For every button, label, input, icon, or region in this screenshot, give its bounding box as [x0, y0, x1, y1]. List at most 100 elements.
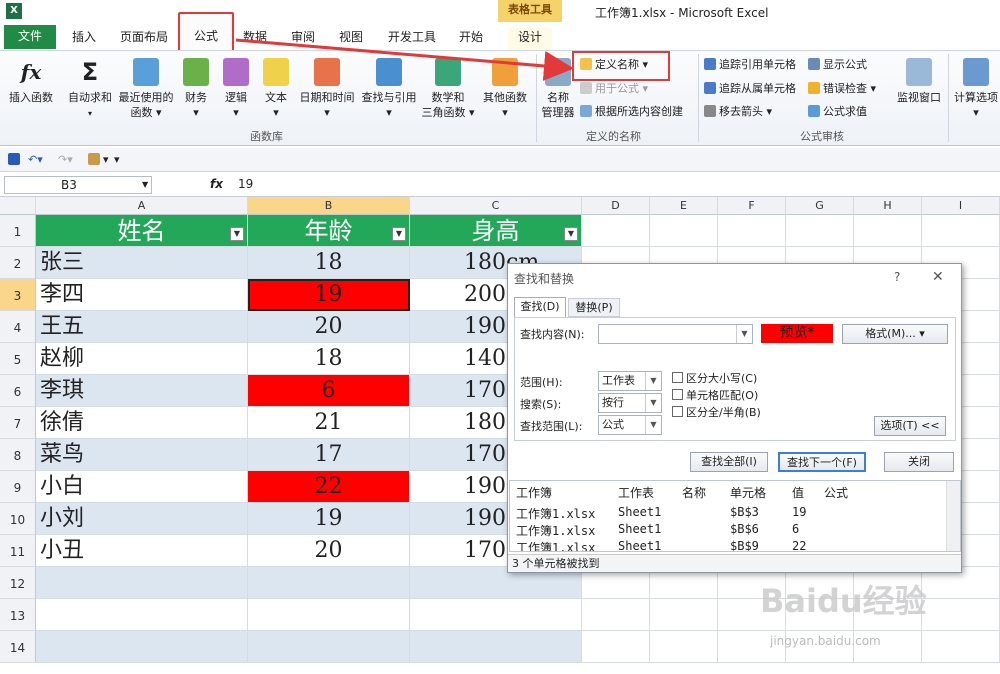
age-cell[interactable]: 19: [248, 503, 410, 535]
row-header[interactable]: 4: [0, 311, 36, 343]
column-header-b[interactable]: B: [248, 197, 410, 215]
format-button[interactable]: 格式(M)... ▾: [842, 324, 948, 344]
cell[interactable]: [650, 599, 718, 631]
results-scrollbar[interactable]: [946, 481, 960, 551]
cell[interactable]: [36, 567, 248, 599]
cell[interactable]: [582, 599, 650, 631]
filter-dropdown-icon[interactable]: ▼: [392, 227, 406, 241]
tab-replace[interactable]: 替换(P): [568, 298, 620, 317]
cell[interactable]: [248, 567, 410, 599]
evaluate-formula-button[interactable]: 公式求值: [808, 104, 867, 120]
tab-find[interactable]: 查找(D): [514, 297, 566, 317]
insert-function-fx-icon[interactable]: fx: [210, 177, 223, 191]
row-header[interactable]: 6: [0, 375, 36, 407]
name-cell[interactable]: 李琪: [36, 375, 248, 407]
results-column-header[interactable]: 单元格: [730, 484, 766, 501]
match-entire-cell-checkbox[interactable]: [672, 389, 683, 400]
age-cell[interactable]: 20: [248, 311, 410, 343]
financial-button[interactable]: 财务 ▾: [180, 58, 212, 120]
formula-input[interactable]: 19: [238, 177, 253, 191]
close-icon[interactable]: ✕: [932, 269, 944, 285]
column-header-c[interactable]: C: [410, 197, 582, 215]
text-button[interactable]: 文本 ▾: [260, 58, 292, 120]
tab-insert[interactable]: 插入: [66, 28, 102, 50]
row-header[interactable]: 13: [0, 599, 36, 631]
chevron-down-icon[interactable]: ▼: [736, 325, 752, 343]
result-row[interactable]: 22: [792, 539, 806, 551]
result-row[interactable]: 工作簿1.xlsx: [516, 505, 595, 522]
result-row[interactable]: Sheet1: [618, 539, 661, 551]
results-column-header[interactable]: 工作表: [618, 484, 654, 501]
column-header-h[interactable]: H: [854, 197, 922, 215]
filter-dropdown-icon[interactable]: ▼: [230, 227, 244, 241]
remove-arrows-button[interactable]: 移去箭头 ▾: [704, 104, 772, 120]
tab-review[interactable]: 审阅: [288, 28, 318, 50]
filter-dropdown-icon[interactable]: ▼: [564, 227, 578, 241]
row-header[interactable]: 10: [0, 503, 36, 535]
create-from-selection-button[interactable]: 根据所选内容创建: [580, 104, 683, 120]
insert-function-button[interactable]: fx 插入函数: [6, 58, 56, 105]
tab-design[interactable]: 设计: [508, 28, 552, 50]
row-header[interactable]: 2: [0, 247, 36, 279]
close-button[interactable]: 关闭: [884, 452, 954, 472]
age-cell[interactable]: 18: [248, 247, 410, 279]
row-header[interactable]: 9: [0, 471, 36, 503]
define-name-button[interactable]: 定义名称 ▾: [580, 57, 648, 73]
match-case-checkbox[interactable]: [672, 372, 683, 383]
results-column-header[interactable]: 工作簿: [516, 484, 552, 501]
recent-functions-button[interactable]: 最近使用的 函数 ▾: [116, 58, 176, 120]
cell[interactable]: [36, 631, 248, 663]
age-cell[interactable]: 22: [248, 471, 410, 503]
result-row[interactable]: 工作簿1.xlsx: [516, 539, 595, 551]
help-icon[interactable]: ?: [894, 270, 900, 284]
tab-developer[interactable]: 开发工具: [384, 28, 440, 50]
name-cell[interactable]: 王五: [36, 311, 248, 343]
cell[interactable]: [854, 215, 922, 247]
use-in-formula-button[interactable]: 用于公式 ▾: [580, 81, 648, 97]
name-manager-button[interactable]: 名称 管理器: [540, 58, 576, 120]
scope-select[interactable]: 工作表 ▼: [598, 371, 662, 391]
name-cell[interactable]: 小丑: [36, 535, 248, 567]
look-in-select[interactable]: 公式 ▼: [598, 415, 662, 435]
tab-view[interactable]: 视图: [336, 28, 366, 50]
result-row[interactable]: $B$6: [730, 522, 759, 536]
name-cell[interactable]: 小白: [36, 471, 248, 503]
cell[interactable]: [650, 215, 718, 247]
redo-icon[interactable]: ↷▾: [58, 152, 73, 168]
row-header[interactable]: 7: [0, 407, 36, 439]
column-header-e[interactable]: E: [650, 197, 718, 215]
search-order-select[interactable]: 按行 ▼: [598, 393, 662, 413]
customize-qat-icon[interactable]: ▾: [114, 152, 120, 168]
cell[interactable]: [582, 631, 650, 663]
results-column-header[interactable]: 值: [792, 484, 804, 501]
cell[interactable]: [410, 631, 582, 663]
column-header-i[interactable]: I: [922, 197, 1000, 215]
paste-icon[interactable]: ▾: [88, 152, 109, 168]
find-next-button[interactable]: 查找下一个(F): [778, 452, 866, 472]
result-row[interactable]: 工作簿1.xlsx: [516, 522, 595, 539]
logical-button[interactable]: 逻辑 ▾: [220, 58, 252, 120]
result-row[interactable]: $B$3: [730, 505, 759, 519]
tab-page-layout[interactable]: 页面布局: [116, 28, 172, 50]
find-what-input[interactable]: ▼: [598, 324, 753, 344]
name-cell[interactable]: 张三: [36, 247, 248, 279]
results-column-header[interactable]: 公式: [824, 484, 848, 501]
trace-dependents-button[interactable]: 追踪从属单元格: [704, 81, 796, 97]
name-cell[interactable]: 菜鸟: [36, 439, 248, 471]
undo-icon[interactable]: ↶▾: [28, 152, 43, 168]
row-header[interactable]: 3: [0, 279, 36, 311]
cell[interactable]: [718, 215, 786, 247]
tab-home[interactable]: 开始: [456, 28, 486, 50]
find-all-button[interactable]: 查找全部(I): [690, 452, 768, 472]
autosum-button[interactable]: Σ 自动求和 ▾: [66, 58, 114, 121]
table-header-cell[interactable]: 年龄: [248, 215, 410, 247]
row-header[interactable]: 5: [0, 343, 36, 375]
cell[interactable]: [650, 631, 718, 663]
cell[interactable]: [248, 631, 410, 663]
name-cell[interactable]: 徐倩: [36, 407, 248, 439]
table-header-cell[interactable]: 姓名: [36, 215, 248, 247]
results-list[interactable]: 工作簿 工作表 名称 单元格 值 公式 工作簿1.xlsx Sheet1 $B$3 19 工作簿1…: [509, 480, 961, 552]
error-checking-button[interactable]: 错误检查 ▾: [808, 81, 876, 97]
cell[interactable]: [922, 599, 1000, 631]
age-cell[interactable]: 18: [248, 343, 410, 375]
